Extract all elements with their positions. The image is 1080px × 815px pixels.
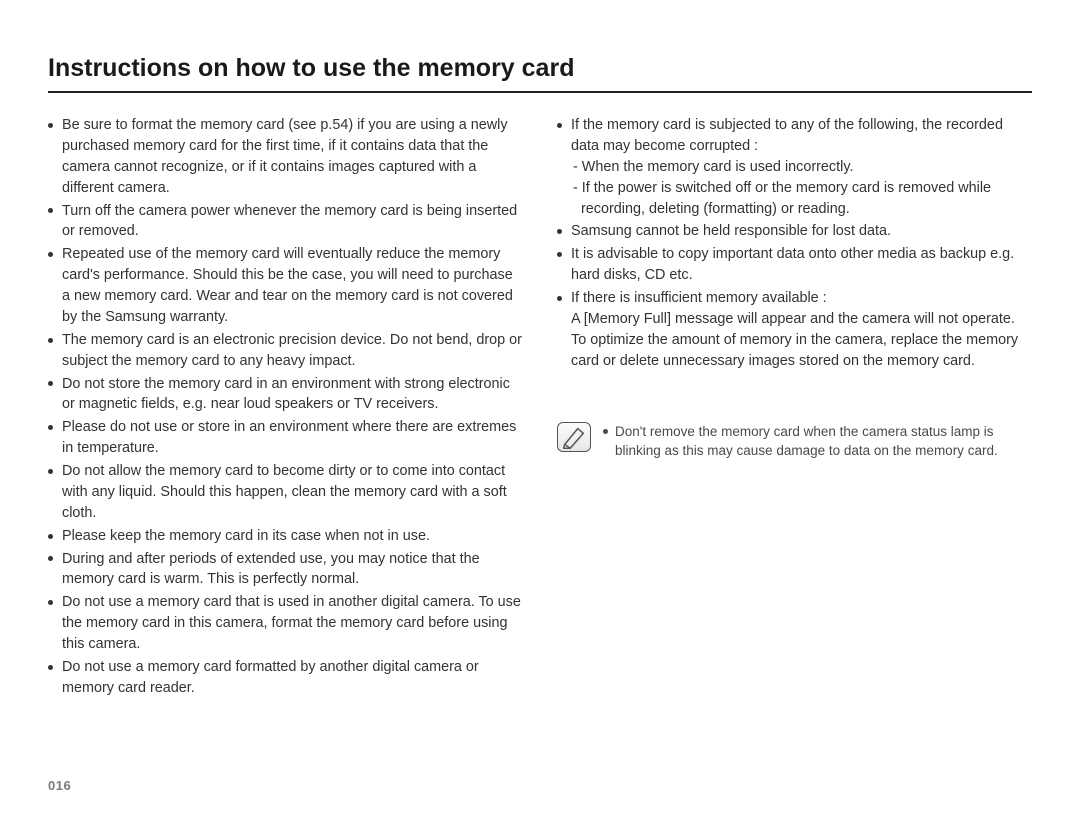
two-column-body: Be sure to format the memory card (see p… (48, 115, 1032, 701)
bullet-item: Please do not use or store in an environ… (48, 417, 523, 459)
page-title: Instructions on how to use the memory ca… (48, 54, 1032, 93)
bullet-item: Repeated use of the memory card will eve… (48, 244, 523, 328)
manual-page: Instructions on how to use the memory ca… (0, 0, 1080, 815)
note-callout: Don't remove the memory card when the ca… (557, 422, 1032, 461)
bullet-item: If the memory card is subjected to any o… (557, 115, 1032, 219)
bullet-item: It is advisable to copy important data o… (557, 244, 1032, 286)
bullet-item: Turn off the camera power whenever the m… (48, 201, 523, 243)
page-number: 016 (48, 778, 71, 793)
left-column: Be sure to format the memory card (see p… (48, 115, 523, 701)
bullet-item: The memory card is an electronic precisi… (48, 330, 523, 372)
note-bullet-list: Don't remove the memory card when the ca… (603, 422, 1032, 461)
bullet-item: If there is insufficient memory availabl… (557, 288, 1032, 372)
note-item: Don't remove the memory card when the ca… (603, 422, 1032, 461)
sub-lines: - When the memory card is used incorrect… (571, 157, 1032, 220)
bullet-item: Do not use a memory card formatted by an… (48, 657, 523, 699)
bullet-item: Do not use a memory card that is used in… (48, 592, 523, 655)
bullet-item: Be sure to format the memory card (see p… (48, 115, 523, 199)
right-bullet-list: If the memory card is subjected to any o… (557, 115, 1032, 372)
left-bullet-list: Be sure to format the memory card (see p… (48, 115, 523, 699)
bullet-item: Do not allow the memory card to become d… (48, 461, 523, 524)
bullet-item: Do not store the memory card in an envir… (48, 374, 523, 416)
right-column: If the memory card is subjected to any o… (557, 115, 1032, 701)
note-icon (557, 422, 591, 452)
bullet-item: During and after periods of extended use… (48, 549, 523, 591)
bullet-item: Please keep the memory card in its case … (48, 526, 523, 547)
bullet-item: Samsung cannot be held responsible for l… (557, 221, 1032, 242)
